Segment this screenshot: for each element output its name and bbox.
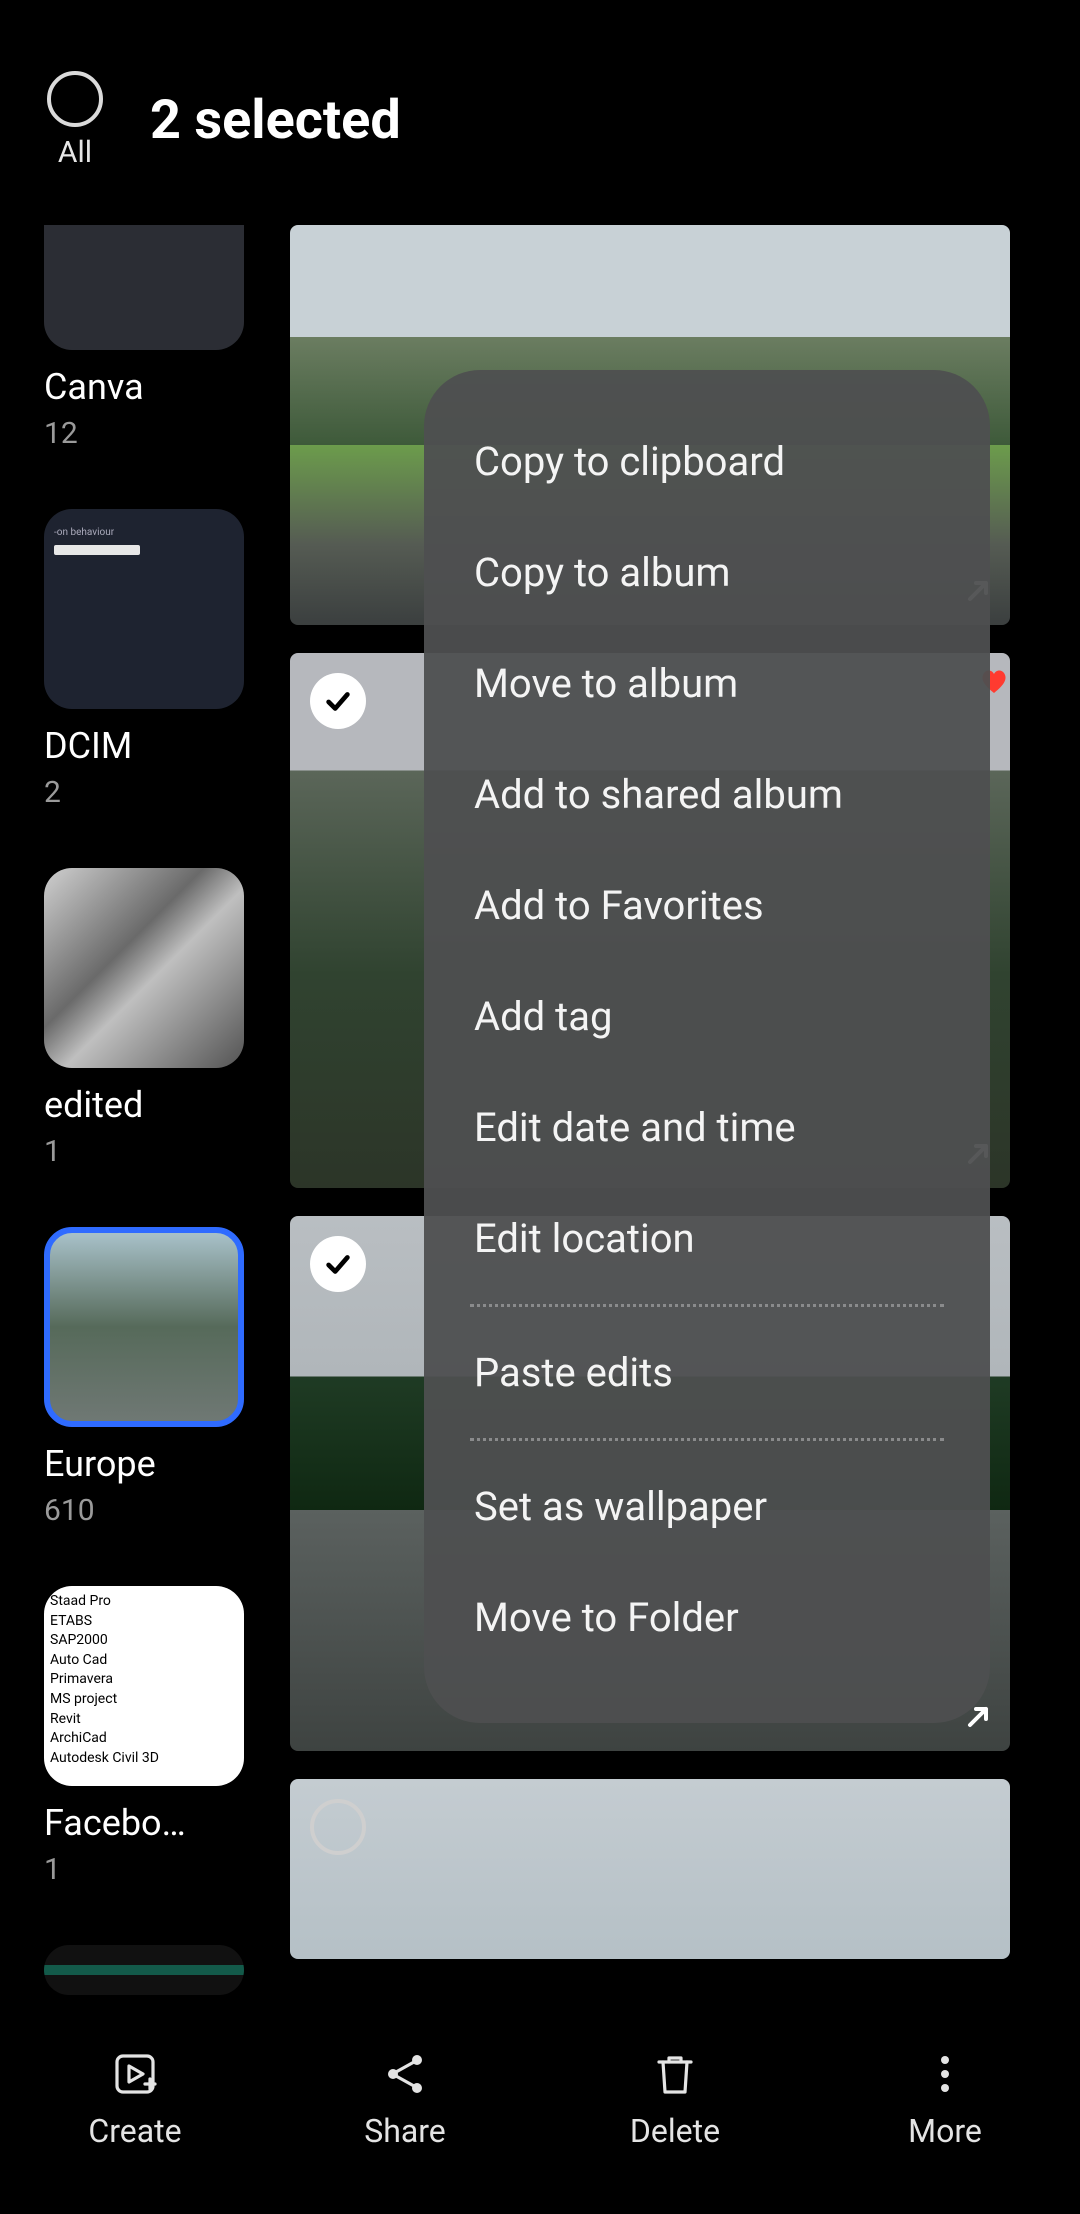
album-thumb xyxy=(44,1227,244,1427)
more-button[interactable]: More xyxy=(845,2048,1045,2150)
more-label: More xyxy=(908,2112,982,2150)
create-button[interactable]: Create xyxy=(35,2048,235,2150)
menu-item-edit-location[interactable]: Edit location xyxy=(424,1183,990,1294)
selection-header: All 2 selected xyxy=(0,50,1080,190)
menu-item-add-tag[interactable]: Add tag xyxy=(424,961,990,1072)
album-name: Europe xyxy=(44,1443,254,1485)
menu-divider xyxy=(470,1438,944,1441)
album-name: edited xyxy=(44,1084,254,1126)
album-count: 1 xyxy=(44,1852,290,1887)
create-icon xyxy=(109,2048,161,2100)
album-count: 12 xyxy=(44,416,290,451)
album-count: 1 xyxy=(44,1134,290,1169)
menu-item-copy-clipboard[interactable]: Copy to clipboard xyxy=(424,406,990,517)
album-thumb: Staad ProETABSSAP2000Auto CadPrimaveraMS… xyxy=(44,1586,244,1786)
album-thumb xyxy=(44,225,244,350)
select-all-label: All xyxy=(58,135,92,170)
album-thumb xyxy=(44,1945,244,1995)
sidebar-album-item[interactable] xyxy=(44,1945,290,1995)
album-sidebar[interactable]: Canva 12 -on behaviour DCIM 2 edited 1 E… xyxy=(0,225,290,2214)
album-name: Canva xyxy=(44,366,254,408)
menu-item-add-favorites[interactable]: Add to Favorites xyxy=(424,850,990,961)
share-icon xyxy=(379,2048,431,2100)
sidebar-album-item[interactable]: -on behaviour DCIM 2 xyxy=(44,509,290,810)
sidebar-album-item[interactable]: Staad ProETABSSAP2000Auto CadPrimaveraMS… xyxy=(44,1586,290,1887)
album-name: Facebo… xyxy=(44,1802,254,1844)
sidebar-album-item[interactable]: Europe 610 xyxy=(44,1227,290,1528)
share-button[interactable]: Share xyxy=(305,2048,505,2150)
unselected-circle-icon xyxy=(310,1799,366,1855)
album-thumb xyxy=(44,868,244,1068)
delete-label: Delete xyxy=(630,2112,720,2150)
menu-item-move-folder[interactable]: Move to Folder xyxy=(424,1562,990,1673)
menu-item-copy-album[interactable]: Copy to album xyxy=(424,517,990,628)
menu-item-add-shared-album[interactable]: Add to shared album xyxy=(424,739,990,850)
album-count: 610 xyxy=(44,1493,290,1528)
sidebar-album-item[interactable]: edited 1 xyxy=(44,868,290,1169)
more-vertical-icon xyxy=(919,2048,971,2100)
album-name: DCIM xyxy=(44,725,254,767)
album-count: 2 xyxy=(44,775,290,810)
sidebar-album-item[interactable]: Canva 12 xyxy=(44,225,290,451)
selected-check-icon xyxy=(310,1236,366,1292)
album-thumb: -on behaviour xyxy=(44,509,244,709)
bottom-action-bar: Create Share Delete xyxy=(0,2014,1080,2184)
delete-button[interactable]: Delete xyxy=(575,2048,775,2150)
select-all-circle-icon xyxy=(47,71,103,127)
menu-divider xyxy=(470,1304,944,1307)
selected-check-icon xyxy=(310,673,366,729)
trash-icon xyxy=(649,2048,701,2100)
photo-item[interactable] xyxy=(290,1779,1010,1959)
menu-item-move-album[interactable]: Move to album xyxy=(424,628,990,739)
menu-item-set-wallpaper[interactable]: Set as wallpaper xyxy=(424,1451,990,1562)
create-label: Create xyxy=(88,2112,181,2150)
more-actions-menu: Copy to clipboard Copy to album Move to … xyxy=(424,370,990,1723)
share-label: Share xyxy=(364,2112,446,2150)
selection-count-title: 2 selected xyxy=(150,89,401,152)
menu-item-paste-edits[interactable]: Paste edits xyxy=(424,1317,990,1428)
select-all-button[interactable]: All xyxy=(0,71,150,170)
menu-item-edit-date-time[interactable]: Edit date and time xyxy=(424,1072,990,1183)
